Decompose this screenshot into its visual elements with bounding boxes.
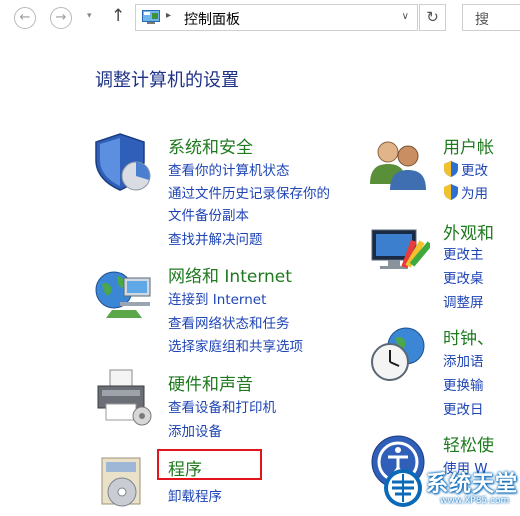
uac-shield-icon: [444, 184, 458, 200]
link-user-change[interactable]: 更改: [461, 159, 488, 179]
address-field[interactable]: ▸ 控制面板 ∨: [135, 4, 418, 31]
watermark-title: 系统天堂: [426, 472, 519, 497]
category-title-user-accounts[interactable]: 用户帐: [443, 133, 494, 158]
link-appearance-screen[interactable]: 调整屏: [443, 291, 484, 311]
category-title-appearance[interactable]: 外观和: [443, 219, 494, 244]
search-input[interactable]: 搜: [462, 4, 520, 31]
link-appearance-theme[interactable]: 更改主: [443, 243, 484, 263]
link-file-backup-copy[interactable]: 文件备份副本: [168, 204, 249, 224]
printer-icon: [97, 369, 152, 426]
link-file-history[interactable]: 通过文件历史记录保存你的: [168, 182, 330, 202]
category-title-network-internet[interactable]: 网络和 Internet: [168, 262, 292, 287]
link-network-status[interactable]: 查看网络状态和任务: [168, 312, 290, 332]
up-button[interactable]: ↑: [111, 6, 125, 26]
back-button[interactable]: ←: [14, 7, 36, 29]
link-connect-internet[interactable]: 连接到 Internet: [168, 288, 266, 308]
category-title-ease-of-access[interactable]: 轻松使: [443, 431, 494, 456]
link-change-date[interactable]: 更改日: [443, 398, 484, 418]
link-change-input[interactable]: 更换输: [443, 374, 484, 394]
category-title-programs[interactable]: 程序: [168, 455, 202, 480]
link-devices-printers[interactable]: 查看设备和打印机: [168, 396, 276, 416]
breadcrumb-control-panel[interactable]: 控制面板: [184, 9, 240, 29]
category-title-hardware-sound[interactable]: 硬件和声音: [168, 370, 253, 395]
breadcrumb-separator-icon: ▸: [166, 10, 172, 21]
link-homegroup-sharing[interactable]: 选择家庭组和共享选项: [168, 335, 303, 355]
watermark-url: www.XP85.com: [440, 496, 510, 506]
shield-pie-icon: [95, 133, 151, 191]
globe-network-icon: [95, 271, 151, 318]
link-uninstall-program[interactable]: 卸载程序: [168, 485, 222, 505]
link-view-computer-status[interactable]: 查看你的计算机状态: [168, 159, 290, 179]
page-title: 调整计算机的设置: [95, 70, 239, 91]
control-panel-icon: [142, 10, 160, 24]
refresh-button[interactable]: ↻: [419, 4, 446, 31]
link-troubleshoot[interactable]: 查找并解决问题: [168, 228, 263, 248]
address-bar-region: ← → ▾ ↑ ▸ 控制面板 ∨ ↻ 搜: [0, 0, 520, 38]
link-appearance-desktop[interactable]: 更改桌: [443, 267, 484, 287]
category-title-system-security[interactable]: 系统和安全: [168, 133, 253, 158]
search-placeholder: 搜: [475, 12, 489, 28]
forward-button[interactable]: →: [50, 7, 72, 29]
uac-shield-icon: [444, 161, 458, 177]
watermark-logo-icon: [384, 469, 422, 507]
appearance-icon: [371, 229, 430, 269]
programs-icon: [101, 457, 141, 507]
address-history-dropdown[interactable]: ∨: [402, 11, 409, 22]
recent-locations-dropdown[interactable]: ▾: [87, 11, 92, 21]
link-add-language[interactable]: 添加语: [443, 350, 484, 370]
users-icon: [370, 141, 426, 190]
link-add-device[interactable]: 添加设备: [168, 420, 222, 440]
category-title-clock-language[interactable]: 时钟、: [443, 324, 494, 349]
link-user-for[interactable]: 为用: [461, 182, 488, 202]
clock-globe-icon: [371, 327, 425, 381]
